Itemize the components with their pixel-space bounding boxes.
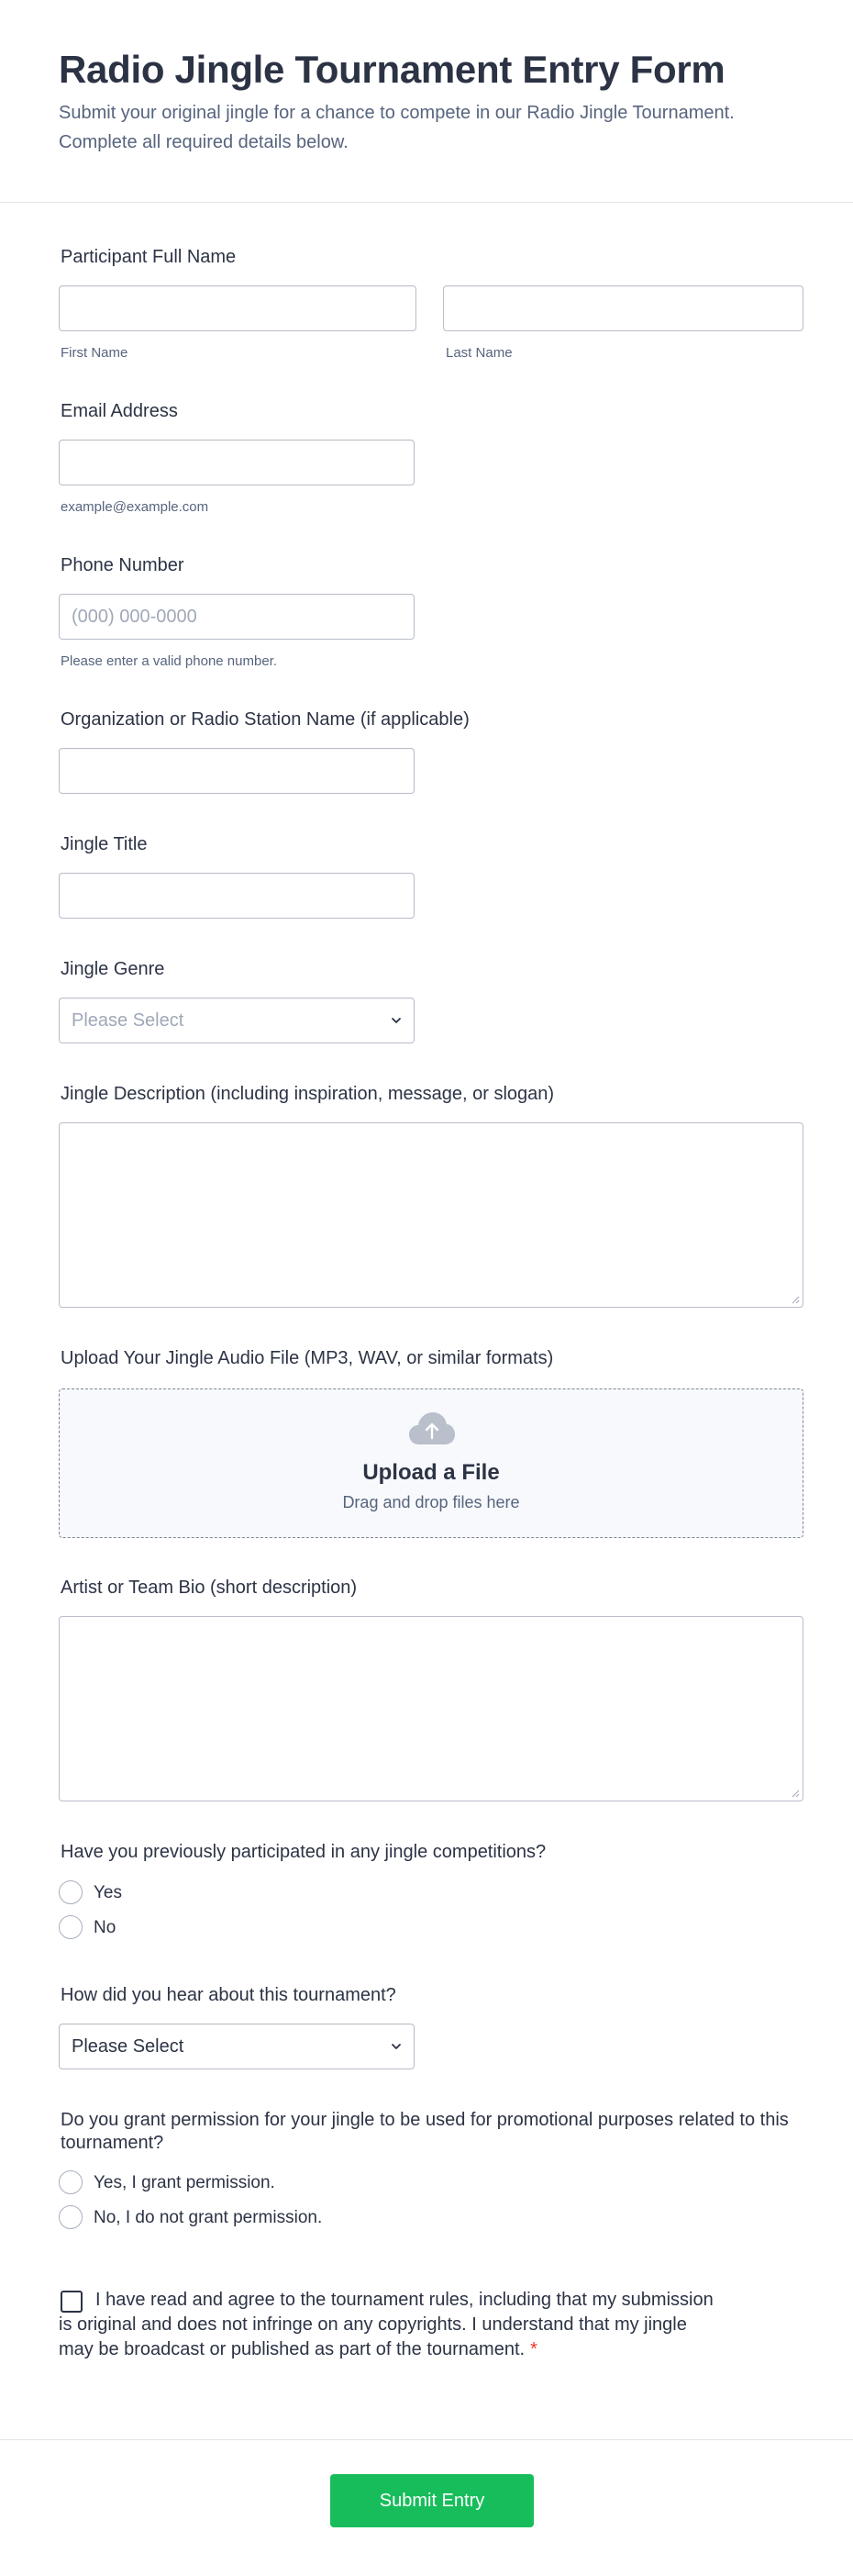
- full-name-label: Participant Full Name: [61, 247, 237, 267]
- form-header: Radio Jingle Tournament Entry Form Submi…: [0, 0, 853, 203]
- radio-option-label: No: [94, 1918, 116, 1937]
- genre-selected-value: Please Select: [72, 1010, 184, 1031]
- phone-input[interactable]: (000) 000-0000: [59, 594, 415, 640]
- cloud-upload-icon: [409, 1412, 455, 1444]
- genre-label: Jingle Genre: [61, 959, 165, 979]
- form-subtitle: Submit your original jingle for a chance…: [59, 103, 735, 152]
- description-textarea[interactable]: [59, 1122, 803, 1308]
- chevron-down-icon: [392, 1018, 401, 1023]
- required-mark: *: [530, 2339, 537, 2359]
- heard-about-label: How did you hear about this tournament?: [61, 1985, 396, 2005]
- radio-option-label: Yes, I grant permission.: [94, 2173, 275, 2192]
- organization-label: Organization or Radio Station Name (if a…: [61, 709, 470, 730]
- resize-handle-icon[interactable]: [791, 1789, 800, 1798]
- footer-divider: [0, 2439, 853, 2440]
- phone-label: Phone Number: [61, 555, 184, 575]
- email-label: Email Address: [61, 401, 178, 421]
- consent-label: I have read and agree to the tournament …: [59, 2290, 714, 2359]
- first-name-input[interactable]: [59, 285, 416, 331]
- radio-circle[interactable]: [59, 1880, 83, 1904]
- email-input[interactable]: [59, 440, 415, 485]
- phone-sublabel: Please enter a valid phone number.: [61, 653, 277, 669]
- last-name-input[interactable]: [443, 285, 803, 331]
- upload-subtitle: Drag and drop files here: [342, 1493, 520, 1511]
- genre-select[interactable]: Please Select: [59, 998, 415, 1043]
- upload-title: Upload a File: [362, 1460, 500, 1485]
- consent-text: I have read and agree to the tournament …: [59, 2288, 719, 2362]
- description-label: Jingle Description (including inspiratio…: [61, 1084, 555, 1104]
- radio-option-label: No, I do not grant permission.: [94, 2208, 323, 2227]
- first-name-sublabel: First Name: [61, 345, 128, 361]
- phone-placeholder: (000) 000-0000: [72, 607, 197, 627]
- heard-about-selected-value: Please Select: [72, 2036, 184, 2057]
- submit-entry-button[interactable]: Submit Entry: [330, 2474, 534, 2527]
- last-name-sublabel: Last Name: [446, 345, 513, 361]
- upload-label: Upload Your Jingle Audio File (MP3, WAV,…: [61, 1348, 554, 1368]
- radio-circle[interactable]: [59, 2205, 83, 2229]
- organization-input[interactable]: [59, 748, 415, 794]
- jingle-title-input[interactable]: [59, 873, 415, 919]
- file-upload-dropzone[interactable]: Upload a File Drag and drop files here: [59, 1388, 803, 1538]
- radio-option-label: Yes: [94, 1883, 122, 1902]
- previous-participation-label: Have you previously participated in any …: [61, 1842, 547, 1862]
- radio-circle[interactable]: [59, 2170, 83, 2194]
- radio-circle[interactable]: [59, 1915, 83, 1939]
- heard-about-select[interactable]: Please Select: [59, 2024, 415, 2069]
- resize-handle-icon[interactable]: [791, 1295, 800, 1304]
- form-title: Radio Jingle Tournament Entry Form: [59, 48, 726, 91]
- email-sublabel: example@example.com: [61, 499, 209, 515]
- jingle-title-label: Jingle Title: [61, 834, 148, 854]
- bio-textarea[interactable]: [59, 1616, 803, 1801]
- chevron-down-icon: [392, 2044, 401, 2049]
- permission-label: Do you grant permission for your jingle …: [61, 2110, 789, 2153]
- bio-label: Artist or Team Bio (short description): [61, 1578, 358, 1598]
